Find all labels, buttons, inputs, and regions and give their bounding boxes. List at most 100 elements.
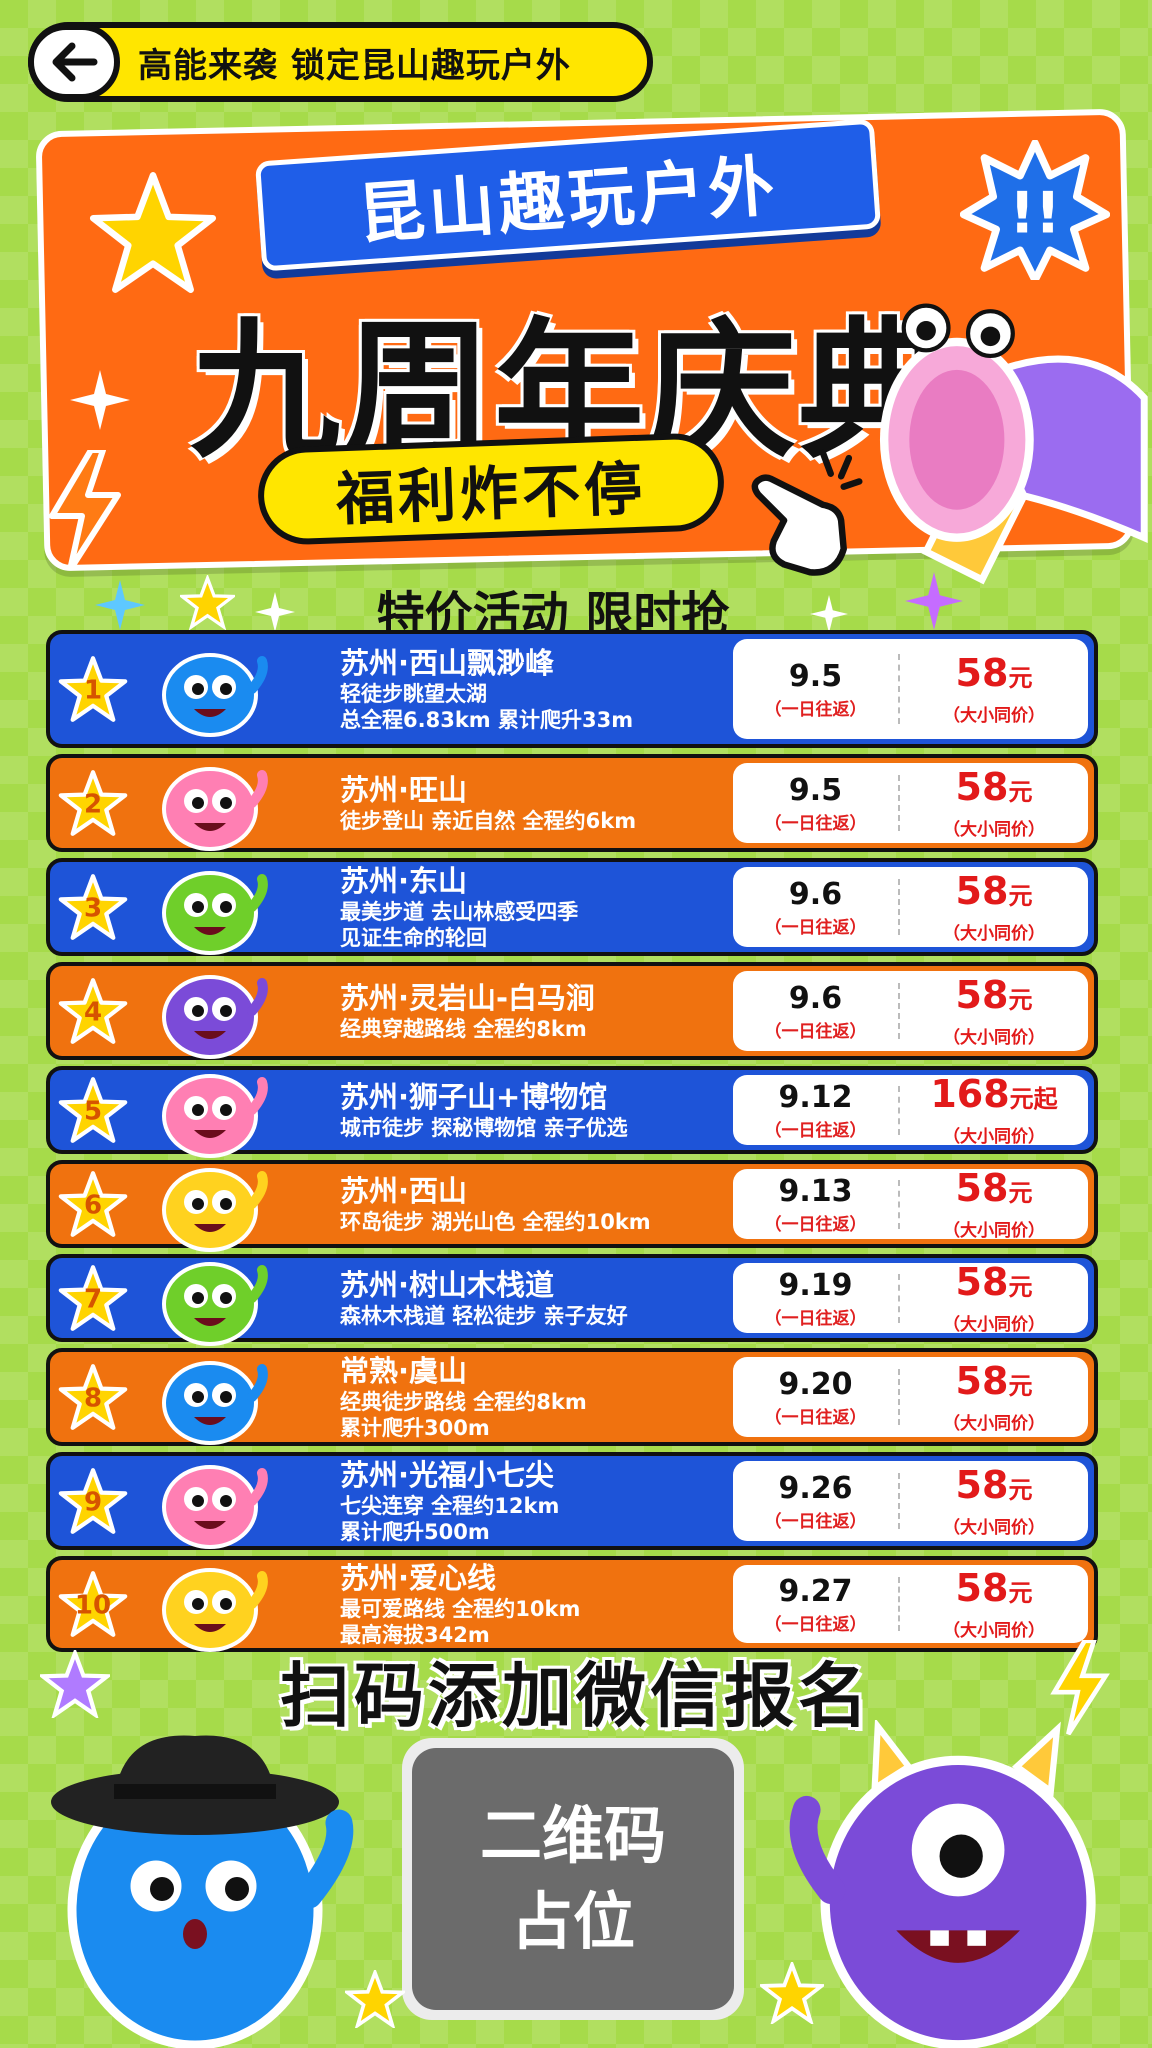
rank-number: 4 bbox=[83, 997, 103, 1028]
event-row[interactable]: 10 苏州·爱心线 最可爱路线 全程约10km 最高海拔342m 9.27 （一日… bbox=[46, 1556, 1098, 1652]
rank-number: 2 bbox=[83, 789, 103, 820]
event-row[interactable]: 5 苏州·狮子山+博物馆 城市徒步 探秘博物馆 亲子优选 9.12 （一日往返）… bbox=[46, 1066, 1098, 1158]
event-price-value: 58元 bbox=[900, 1262, 1088, 1310]
event-row[interactable]: 3 苏州·东山 最美步道 去山林感受四季 见证生命的轮回 9.6 （一日往返） 5… bbox=[46, 858, 1098, 956]
event-title: 苏州·爱心线 bbox=[340, 1561, 497, 1595]
event-title: 苏州·西山 bbox=[340, 1174, 468, 1208]
back-button[interactable] bbox=[28, 24, 120, 100]
star-icon bbox=[40, 1650, 110, 1718]
event-desc: 经典穿越路线 全程约8km bbox=[340, 1017, 587, 1041]
event-title: 苏州·树山木栈道 bbox=[340, 1268, 555, 1302]
price-amount: 58 bbox=[955, 868, 1009, 913]
price-amount: 58 bbox=[955, 1462, 1009, 1507]
event-row[interactable]: 9 苏州·光福小七尖 七尖连穿 全程约12km 累计爬升500m 9.26 （一日… bbox=[46, 1452, 1098, 1550]
event-desc: 总全程6.83km 累计爬升33m bbox=[340, 708, 634, 732]
sparkle-icon bbox=[810, 595, 848, 633]
lightning-icon bbox=[49, 450, 121, 570]
event-date-note: （一日往返） bbox=[764, 1407, 867, 1428]
event-date-value: 9.6 bbox=[788, 980, 843, 1016]
event-row[interactable]: 8 常熟·虞山 经典徒步路线 全程约8km 累计爬升300m 9.20 （一日往返… bbox=[46, 1348, 1098, 1446]
event-title: 常熟·虞山 bbox=[340, 1354, 468, 1388]
rank-number: 3 bbox=[83, 893, 103, 924]
event-desc: 环岛徒步 湖光山色 全程约10km bbox=[340, 1210, 651, 1234]
price-unit: 元 bbox=[1008, 881, 1033, 910]
event-date-value: 9.27 bbox=[778, 1573, 853, 1609]
event-price: 58元 （大小同价） bbox=[900, 653, 1088, 726]
monster-mascot-icon bbox=[162, 975, 268, 1059]
event-price-value: 58元 bbox=[900, 767, 1088, 815]
event-row[interactable]: 1 苏州·西山飘渺峰 轻徒步眺望太湖 总全程6.83km 累计爬升33m 9.5 … bbox=[46, 630, 1098, 748]
price-unit: 元 bbox=[1008, 1272, 1033, 1301]
event-desc: 森林木栈道 轻松徒步 亲子友好 bbox=[340, 1304, 628, 1328]
event-row[interactable]: 2 苏州·旺山 徒步登山 亲近自然 全程约6km 9.5 （一日往返） 58元 … bbox=[46, 754, 1098, 852]
event-price-value: 58元 bbox=[900, 1168, 1088, 1216]
price-unit: 元 bbox=[1008, 1371, 1033, 1400]
event-date: 9.13 （一日往返） bbox=[733, 1174, 898, 1235]
price-unit: 元 bbox=[1008, 663, 1033, 692]
svg-text:!!: !! bbox=[1009, 180, 1061, 246]
event-date: 9.6 （一日往返） bbox=[733, 877, 898, 938]
sparkle-icon bbox=[905, 572, 963, 630]
rank-number: 1 bbox=[83, 675, 103, 706]
qr-code-placeholder[interactable]: 二维码 占位 bbox=[402, 1738, 744, 2020]
event-row[interactable]: 7 苏州·树山木栈道 森林木栈道 轻松徒步 亲子友好 9.19 （一日往返） 5… bbox=[46, 1254, 1098, 1346]
event-date-note: （一日往返） bbox=[764, 917, 867, 938]
event-date-note: （一日往返） bbox=[764, 699, 867, 720]
event-price-value: 58元 bbox=[900, 1465, 1088, 1513]
event-title: 苏州·东山 bbox=[340, 864, 468, 898]
event-price: 58元 （大小同价） bbox=[900, 975, 1088, 1048]
event-desc: 累计爬升300m bbox=[340, 1416, 490, 1440]
event-title: 苏州·灵岩山-白马涧 bbox=[340, 981, 596, 1015]
event-price-note: （大小同价） bbox=[943, 819, 1045, 840]
event-date: 9.12 （一日往返） bbox=[733, 1080, 898, 1141]
event-info: 苏州·光福小七尖 七尖连穿 全程约12km 累计爬升500m bbox=[340, 1456, 733, 1546]
ribbon-text: 昆山趣玩户外 bbox=[356, 147, 781, 254]
event-title: 苏州·西山飘渺峰 bbox=[340, 646, 555, 680]
event-date: 9.27 （一日往返） bbox=[733, 1574, 898, 1635]
event-row[interactable]: 4 苏州·灵岩山-白马涧 经典穿越路线 全程约8km 9.6 （一日往返） 58… bbox=[46, 962, 1098, 1060]
event-desc: 最美步道 去山林感受四季 bbox=[340, 900, 579, 924]
event-title: 苏州·狮子山+博物馆 bbox=[340, 1080, 608, 1114]
event-date-note: （一日往返） bbox=[764, 813, 867, 834]
exclamation-burst-icon: !! bbox=[960, 140, 1110, 280]
event-price: 58元 （大小同价） bbox=[900, 767, 1088, 840]
rank-number: 8 bbox=[83, 1383, 103, 1414]
event-date-note: （一日往返） bbox=[764, 1214, 867, 1235]
star-icon bbox=[345, 1970, 405, 2028]
monster-mascot-icon bbox=[162, 653, 268, 737]
event-desc: 最可爱路线 全程约10km bbox=[340, 1597, 581, 1621]
price-amount: 58 bbox=[955, 1358, 1009, 1403]
event-date: 9.5 （一日往返） bbox=[733, 773, 898, 834]
event-price-note: （大小同价） bbox=[943, 1314, 1045, 1335]
event-date-value: 9.5 bbox=[788, 658, 843, 694]
event-date-value: 9.6 bbox=[788, 876, 843, 912]
price-unit: 元 bbox=[1008, 777, 1033, 806]
monster-mascot-icon bbox=[162, 871, 268, 955]
event-date-note: （一日往返） bbox=[764, 1511, 867, 1532]
event-price-note: （大小同价） bbox=[943, 705, 1045, 726]
back-arrow-icon bbox=[52, 42, 98, 82]
event-price: 58元 （大小同价） bbox=[900, 1361, 1088, 1434]
price-amount: 58 bbox=[955, 650, 1009, 695]
blue-monster-mascot-icon bbox=[51, 1735, 354, 2048]
star-icon bbox=[760, 1962, 824, 2024]
event-title: 苏州·光福小七尖 bbox=[340, 1458, 555, 1492]
price-unit: 元 bbox=[1008, 1475, 1033, 1504]
event-info: 苏州·爱心线 最可爱路线 全程约10km 最高海拔342m bbox=[340, 1560, 733, 1648]
event-desc: 累计爬升500m bbox=[340, 1520, 490, 1544]
event-row[interactable]: 6 苏州·西山 环岛徒步 湖光山色 全程约10km 9.13 （一日往返） 58… bbox=[46, 1160, 1098, 1252]
event-price-value: 58元 bbox=[900, 871, 1088, 919]
monster-mascot-icon bbox=[162, 1568, 268, 1652]
event-date-value: 9.26 bbox=[778, 1470, 853, 1506]
event-price-note: （大小同价） bbox=[943, 923, 1045, 944]
event-date-value: 9.20 bbox=[778, 1366, 853, 1402]
price-amount: 58 bbox=[955, 972, 1009, 1017]
event-date-price-card: 9.19 （一日往返） 58元 （大小同价） bbox=[733, 1262, 1088, 1335]
event-desc: 七尖连穿 全程约12km bbox=[340, 1494, 560, 1518]
monster-mascot-icon bbox=[162, 1465, 268, 1549]
event-date-note: （一日往返） bbox=[764, 1308, 867, 1329]
event-date-price-card: 9.27 （一日往返） 58元 （大小同价） bbox=[733, 1565, 1088, 1643]
event-date: 9.26 （一日往返） bbox=[733, 1471, 898, 1532]
event-date-price-card: 9.5 （一日往返） 58元 （大小同价） bbox=[733, 763, 1088, 843]
event-date: 9.5 （一日往返） bbox=[733, 659, 898, 720]
